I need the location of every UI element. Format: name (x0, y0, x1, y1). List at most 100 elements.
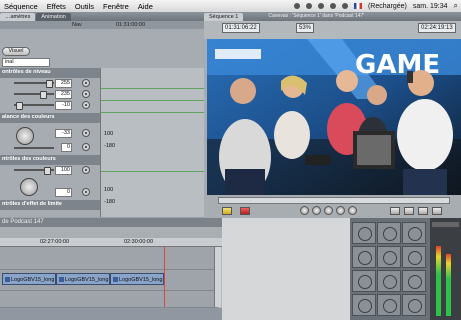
thumbnail[interactable] (377, 270, 401, 292)
hue-wheel[interactable] (20, 178, 38, 196)
level-value-3[interactable]: -10 (55, 101, 72, 110)
slider-knob[interactable] (40, 91, 47, 99)
mark-out-button[interactable] (240, 207, 250, 215)
tab-animation[interactable]: Animation (36, 13, 71, 21)
graph-line (101, 112, 204, 113)
keyframe-graph[interactable]: 100 -180 100 -180 (100, 68, 204, 217)
zoom-select[interactable]: 53% (296, 23, 315, 33)
canvas-timecode-left[interactable]: 01:31:06:22 (222, 23, 260, 33)
spotlight-icon[interactable]: ⌕ (454, 1, 458, 11)
graph-value: 100 (104, 187, 114, 193)
slider-knob[interactable] (46, 80, 53, 88)
keyframe-button[interactable] (82, 188, 90, 196)
timeline-toolbar (0, 227, 222, 238)
menu-tools[interactable]: Outils (75, 2, 94, 11)
slider-knob[interactable] (16, 102, 23, 110)
timeline-track[interactable] (0, 247, 218, 270)
thumbnail[interactable] (352, 270, 376, 292)
thumbnail[interactable] (402, 246, 426, 268)
audio-meter-left (436, 246, 441, 316)
wifi-icon[interactable] (329, 3, 336, 9)
menu-clock[interactable]: sam. 19:34 (413, 3, 448, 10)
battery-status[interactable]: (Rechargée) (368, 3, 407, 10)
slider-knob[interactable] (44, 167, 51, 175)
timeline-clip[interactable]: LogoGBV15_long (56, 273, 110, 285)
thumbnail[interactable] (402, 294, 426, 316)
keyframe-button[interactable] (82, 143, 90, 151)
step-back-button[interactable] (312, 206, 321, 215)
timeline-ruler[interactable]: 02:27:00:00 02:30:00:00 (0, 238, 222, 247)
playhead[interactable] (164, 247, 165, 307)
visual-button[interactable]: Visuel (2, 47, 30, 56)
graph-value: -180 (104, 143, 116, 149)
menu-help[interactable]: Aide (138, 2, 153, 11)
timeline-clip[interactable]: LogoGBV15_long (2, 273, 56, 285)
transport-controls (204, 195, 461, 218)
tab-sequence-1[interactable]: Séquence 1 (204, 13, 244, 21)
thumbnail[interactable] (402, 222, 426, 244)
balance-value[interactable]: -33 (55, 129, 72, 138)
volume-icon[interactable] (341, 3, 348, 9)
thumbnail[interactable] (402, 270, 426, 292)
replace-edit-button[interactable] (418, 207, 428, 215)
graph-value: -180 (104, 199, 116, 205)
clip-thumbnails (350, 218, 430, 320)
keyframe-button[interactable] (82, 129, 90, 137)
tab-parameters[interactable]: …amètres (0, 13, 36, 21)
ruler-time: 02:30:00:00 (124, 239, 154, 245)
timeline-panel: de Podcast 147 02:27:00:00 02:30:00:00 L… (0, 218, 222, 320)
video-image: GAME (207, 39, 461, 195)
balance-wheel[interactable] (16, 127, 34, 145)
thumbnail[interactable] (377, 222, 401, 244)
keyframe-button[interactable] (82, 101, 90, 109)
play-button[interactable] (324, 206, 333, 215)
keyframe-button[interactable] (82, 90, 90, 98)
thumbnail[interactable] (352, 294, 376, 316)
thumbnail[interactable] (377, 246, 401, 268)
overwrite-edit-button[interactable] (404, 207, 414, 215)
graph-line (101, 171, 204, 172)
mode-select[interactable]: inal (2, 58, 50, 67)
viewer-panel: …amètres Animation Nav 01:31:00:00 Visue… (0, 12, 204, 217)
slider-track[interactable] (14, 93, 54, 95)
go-end-button[interactable] (348, 206, 357, 215)
input-flag-icon[interactable] (353, 3, 362, 9)
colors-value-1[interactable]: 100 (55, 166, 72, 175)
timeline-track[interactable]: LogoGBV15_long LogoGBV15_long LogoGBV15_… (0, 270, 218, 291)
marker-button[interactable] (432, 207, 442, 215)
level-value-1[interactable]: 255 (55, 79, 72, 88)
viewer-tabbar: …amètres Animation (0, 12, 204, 21)
timeline-scrollbar[interactable] (214, 247, 221, 307)
go-start-button[interactable] (300, 206, 309, 215)
thumbnail[interactable] (352, 222, 376, 244)
scrubber-bar[interactable] (218, 197, 450, 204)
balance-zero[interactable]: 0 (61, 143, 72, 152)
canvas-timecode-right[interactable]: 02:24:19:13 (418, 23, 456, 33)
mark-in-button[interactable] (222, 207, 232, 215)
timeline-bottom-bar (0, 308, 222, 320)
thumbnail[interactable] (377, 294, 401, 316)
insert-edit-button[interactable] (390, 207, 400, 215)
timeline-clip[interactable]: LogoGBV15_long (110, 273, 164, 285)
clock-icon[interactable] (317, 3, 324, 9)
slider-track[interactable] (14, 147, 54, 149)
level-value-2[interactable]: 235 (55, 90, 72, 99)
timeline-track[interactable] (0, 291, 218, 308)
canvas-title: Canevas : 'Séquence 1' dans 'Podcast 147… (268, 13, 365, 19)
colors-value-2[interactable]: 0 (55, 188, 72, 197)
sync-icon[interactable] (305, 3, 312, 9)
menu-sequence[interactable]: Séquence (4, 2, 38, 11)
menu-window[interactable]: Fenêtre (103, 2, 129, 11)
keyframe-button[interactable] (82, 166, 90, 174)
graph-value: 100 (104, 131, 114, 137)
canvas-tabbar: Séquence 1 Canevas : 'Séquence 1' dans '… (204, 12, 461, 21)
audio-meters (430, 218, 461, 320)
keyframe-button[interactable] (82, 79, 90, 87)
step-forward-button[interactable] (336, 206, 345, 215)
thumbnail[interactable] (352, 246, 376, 268)
timeline-title: de Podcast 147 (0, 218, 222, 227)
menu-effects[interactable]: Effets (47, 2, 66, 11)
bluetooth-icon[interactable] (293, 3, 300, 9)
graph-line (101, 100, 204, 101)
video-frame[interactable]: GAME (207, 39, 461, 195)
